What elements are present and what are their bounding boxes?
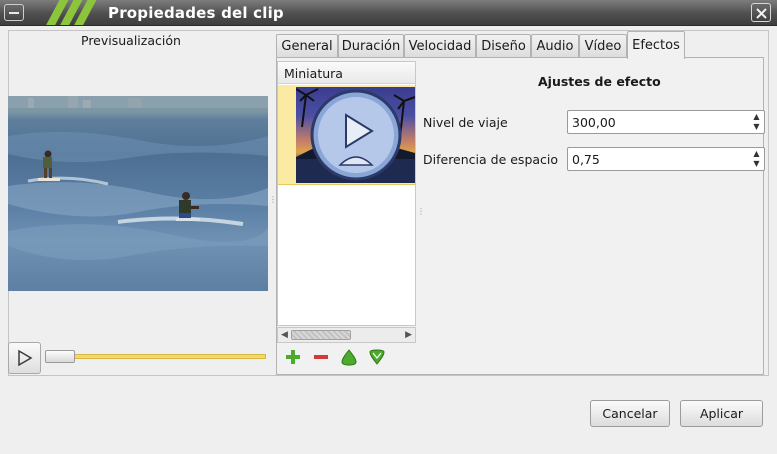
- apply-button[interactable]: Aplicar: [680, 400, 763, 427]
- scrollbar-thumb[interactable]: [291, 330, 351, 340]
- tab-velocidad[interactable]: Velocidad: [404, 34, 476, 58]
- playback-slider-handle[interactable]: [45, 350, 75, 363]
- cancel-button[interactable]: Cancelar: [590, 400, 670, 427]
- preview-label: Previsualización: [81, 33, 181, 48]
- spin-arrows[interactable]: ▲ ▼: [750, 112, 763, 132]
- effect-thumbnail-image: [296, 88, 415, 183]
- title-bar: Propiedades del clip: [0, 0, 777, 26]
- spin-up-icon[interactable]: ▲: [750, 112, 763, 122]
- playback-slider-track[interactable]: [70, 354, 266, 359]
- effects-list: Miniatura: [277, 61, 416, 326]
- tab-duracion[interactable]: Duración: [338, 34, 404, 58]
- surfer-2: [176, 192, 200, 221]
- list-column-header[interactable]: Miniatura: [278, 62, 415, 84]
- list-resize-handle[interactable]: ⋮: [417, 208, 425, 216]
- effect-thumbnail: [296, 87, 415, 183]
- add-icon[interactable]: [283, 347, 303, 367]
- space-difference-label: Diferencia de espacio: [423, 152, 559, 167]
- tab-efectos[interactable]: Efectos: [627, 31, 685, 59]
- window-menu-button[interactable]: [4, 4, 24, 21]
- close-icon: [756, 8, 767, 19]
- scroll-left-icon[interactable]: ◀: [281, 330, 288, 340]
- travel-level-label: Nivel de viaje: [423, 115, 508, 130]
- tab-audio[interactable]: Audio: [531, 34, 579, 58]
- move-down-icon[interactable]: [367, 347, 387, 367]
- surfing-preview-image: [8, 96, 268, 261]
- tab-diseno[interactable]: Diseño: [476, 34, 531, 58]
- spin-down-icon[interactable]: ▼: [750, 159, 763, 169]
- spin-down-icon[interactable]: ▼: [750, 122, 763, 132]
- effect-settings-title: Ajustes de efecto: [538, 74, 661, 89]
- close-window-button[interactable]: [751, 3, 771, 22]
- video-preview: [8, 96, 268, 291]
- play-icon: [18, 349, 33, 367]
- remove-icon[interactable]: [311, 347, 331, 367]
- tab-video[interactable]: Vídeo: [579, 34, 627, 58]
- space-difference-spinbox[interactable]: 0,75 ▲ ▼: [567, 147, 765, 171]
- space-difference-value[interactable]: 0,75: [572, 152, 600, 167]
- effects-list-scrollbar[interactable]: ◀ ▶: [277, 327, 416, 343]
- list-item[interactable]: [278, 85, 415, 185]
- travel-level-value[interactable]: 300,00: [572, 115, 616, 130]
- tab-general[interactable]: General: [276, 34, 338, 58]
- travel-level-spinbox[interactable]: 300,00 ▲ ▼: [567, 110, 765, 134]
- panel-resize-handle[interactable]: ⋮: [269, 196, 277, 204]
- spin-up-icon[interactable]: ▲: [750, 149, 763, 159]
- play-button[interactable]: [8, 342, 41, 374]
- spin-arrows[interactable]: ▲ ▼: [750, 149, 763, 169]
- move-up-icon[interactable]: [339, 347, 359, 367]
- window-title: Propiedades del clip: [108, 4, 284, 22]
- scroll-right-icon[interactable]: ▶: [405, 330, 412, 340]
